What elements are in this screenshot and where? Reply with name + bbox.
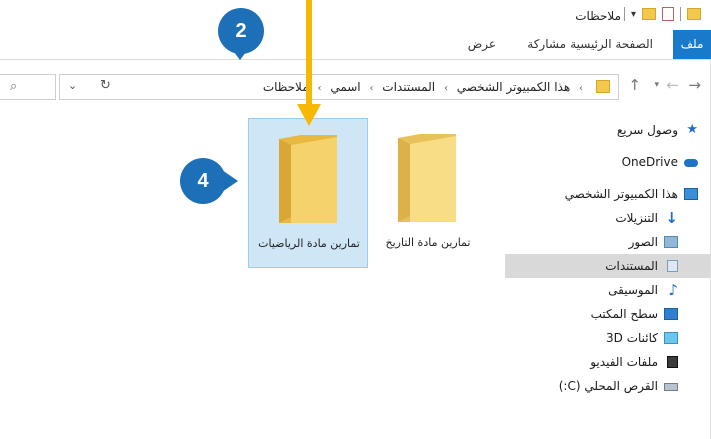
sidebar-item-label: هذا الكمبيوتر الشخصي [564, 187, 678, 201]
drive-icon [664, 383, 678, 391]
pictures-icon [664, 236, 678, 248]
file-list-pane: تمارين مادة الرياضيات تمارين مادة التاري… [0, 110, 506, 439]
tab-share[interactable]: مشاركة [517, 30, 576, 59]
sidebar-item-videos[interactable]: ملفات الفيديو [505, 350, 710, 374]
folder-label: تمارين مادة الرياضيات [258, 237, 360, 250]
breadcrumb-notes[interactable]: ملاحظات [263, 80, 309, 94]
window-title: ملاحظات [575, 9, 621, 23]
sidebar-item-documents[interactable]: المستندات [505, 254, 710, 278]
desktop-icon [664, 308, 678, 320]
tab-file[interactable]: ملف [673, 30, 711, 59]
search-icon: ⌕ [10, 79, 18, 94]
recent-locations-icon[interactable]: ▾ [654, 80, 659, 90]
address-bar[interactable]: › هذا الكمبيوتر الشخصي › المستندات › اسم… [59, 74, 619, 100]
pointer-arrow-head [297, 104, 321, 126]
search-box[interactable]: ⌕ [0, 74, 56, 100]
music-icon: ♪ [668, 281, 678, 299]
sidebar-item-local-disk[interactable]: القرص المحلي (C:) [505, 374, 710, 398]
sidebar-item-label: الصور [628, 235, 658, 249]
sidebar-item-label: التنزيلات [615, 211, 658, 225]
breadcrumb-my-name[interactable]: اسمي [330, 80, 360, 94]
refresh-icon[interactable]: ↻ [100, 78, 111, 93]
title-bar: ▾ ملاحظات [0, 0, 711, 30]
sidebar-item-label: ملفات الفيديو [590, 355, 658, 369]
address-dropdown-icon[interactable]: ⌄ [68, 79, 77, 92]
sidebar-item-desktop[interactable]: سطح المكتب [505, 302, 710, 326]
computer-icon [684, 188, 698, 200]
documents-icon [667, 260, 678, 272]
step-callout-pointer [231, 48, 249, 60]
back-arrow-icon[interactable]: → [688, 76, 701, 94]
navigation-bar: → ← ▾ ↑ › هذا الكمبيوتر الشخصي › المستند… [0, 70, 711, 104]
step-callout-badge: 4 [180, 158, 226, 204]
sidebar-item-label: كائنات 3D [606, 331, 658, 345]
video-icon [667, 356, 678, 368]
sidebar-item-3d-objects[interactable]: كائنات 3D [505, 326, 710, 350]
sidebar-item-downloads[interactable]: ↓ التنزيلات [505, 206, 710, 230]
file-explorer-window: ▾ ملاحظات ملف الصفحة الرئيسية مشاركة عرض… [0, 0, 711, 439]
folder-icon [398, 134, 456, 222]
star-icon: ★ [686, 122, 698, 137]
toolbar-divider [680, 7, 681, 21]
sidebar-item-label: OneDrive [621, 155, 678, 169]
3d-objects-icon [664, 332, 678, 344]
folder-icon [279, 135, 337, 223]
folder-item-math-exercises[interactable]: تمارين مادة الرياضيات [248, 118, 368, 268]
sidebar-item-label: سطح المكتب [590, 307, 658, 321]
sidebar-item-label: المستندات [605, 259, 658, 273]
download-icon: ↓ [665, 209, 678, 227]
up-arrow-icon[interactable]: ↑ [628, 76, 641, 94]
folder-icon [687, 8, 701, 20]
sidebar-item-this-pc[interactable]: هذا الكمبيوتر الشخصي [505, 182, 710, 206]
pointer-arrow-shaft [306, 0, 312, 106]
new-folder-icon[interactable] [642, 8, 656, 20]
folder-icon [596, 80, 610, 93]
folder-label: تمارين مادة التاريخ [385, 236, 471, 249]
sidebar-item-label: وصول سريع [616, 123, 678, 137]
properties-icon[interactable] [662, 7, 674, 21]
navigation-pane: ★ وصول سريع OneDrive هذا الكمبيوتر الشخص… [505, 118, 710, 439]
toolbar-divider [623, 7, 625, 21]
sidebar-item-onedrive[interactable]: OneDrive [505, 150, 710, 174]
sidebar-item-pictures[interactable]: الصور [505, 230, 710, 254]
sidebar-item-quick-access[interactable]: ★ وصول سريع [505, 118, 710, 142]
customize-dropdown-icon[interactable]: ▾ [631, 9, 636, 20]
step-callout-pointer [222, 170, 238, 192]
sidebar-item-music[interactable]: ♪ الموسيقى [505, 278, 710, 302]
sidebar-item-label: الموسيقى [608, 283, 658, 297]
quick-access-toolbar: ▾ [623, 7, 701, 21]
ribbon-tabs: ملف الصفحة الرئيسية مشاركة عرض [0, 30, 711, 60]
breadcrumb-this-pc[interactable]: هذا الكمبيوتر الشخصي [457, 80, 570, 94]
cloud-icon [684, 159, 698, 167]
breadcrumb-documents[interactable]: المستندات [382, 80, 435, 94]
forward-arrow-icon[interactable]: ← [666, 76, 679, 94]
folder-item-history-exercises[interactable]: تمارين مادة التاريخ [368, 118, 488, 268]
tab-view[interactable]: عرض [458, 30, 506, 59]
sidebar-item-label: القرص المحلي (C:) [558, 379, 658, 393]
